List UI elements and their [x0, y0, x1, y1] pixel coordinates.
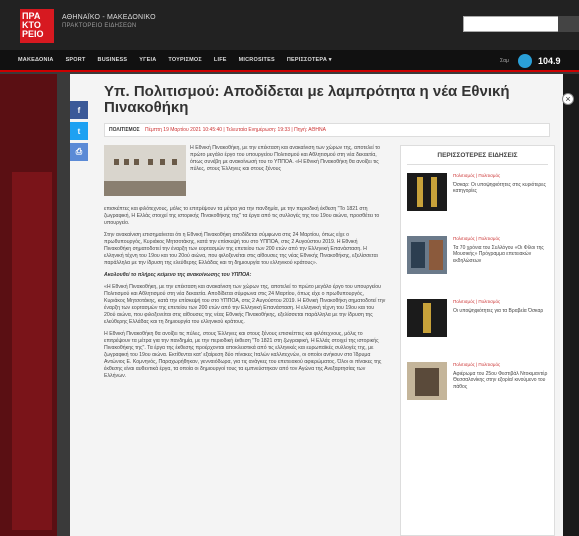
logo-line-3: ΡΕΙΟ [22, 29, 44, 39]
news-category: Πολιτισμός | Πολιτισμός [453, 236, 501, 241]
news-thumbnail[interactable] [407, 236, 447, 274]
nav-item-business[interactable]: BUSINESS [98, 57, 128, 63]
news-category: Πολιτισμός | Πολιτισμός [453, 362, 501, 367]
background-banner [0, 74, 57, 536]
news-thumbnail[interactable] [407, 362, 447, 400]
article-paragraph: «Η Εθνική Πινακοθήκη, με την επέκταση κα… [104, 284, 386, 325]
brand-line-2: ΠΡΑΚΤΟΡΕΙΟ ΕΙΔΗΣΕΩΝ [62, 23, 137, 29]
news-headline[interactable]: Αφιέρωμα του 25ου Φεστιβάλ Ντοκιμαντέρ Θ… [453, 371, 547, 390]
sidebar-news-item[interactable]: Πολιτισμός | Πολιτισμός Οι υποψηφιότητες… [401, 291, 554, 354]
more-news-sidebar: ΠΕΡΙΣΣΟΤΕΡΕΣ ΕΙΔΗΣΕΙΣ Πολιτισμός | Πολιτ… [400, 145, 555, 536]
right-background [563, 74, 579, 536]
weather-text: Σαμ [500, 58, 509, 64]
news-headline[interactable]: Όσκαρ: Οι υποψηφιότητες στις κυριότερες … [453, 182, 546, 195]
brand-name: ΑΘΗΝΑΪΚΟ - ΜΑΚΕΔΟΝΙΚΟ ΠΡΑΚΤΟΡΕΙΟ ΕΙΔΗΣΕΩ… [62, 14, 156, 29]
article-title: Υπ. Πολιτισμού: Αποδίδεται με λαμπρότητα… [104, 83, 510, 116]
brand-line-1: ΑΘΗΝΑΪΚΟ - ΜΑΚΕΔΟΝΙΚΟ [62, 14, 156, 21]
twitter-share-button[interactable]: t [70, 122, 88, 140]
nav-item-microsites[interactable]: MICROSITES [239, 57, 275, 63]
article-intro: Η Εθνική Πινακοθήκη, με την επέκταση και… [190, 145, 386, 178]
article-body: επισκέπτες και φιλότεχνους, μόλις το επι… [104, 206, 386, 385]
article-category[interactable]: ΠΟΛΙΤΙΣΜΟΣ [109, 127, 140, 133]
nav-item-health[interactable]: ΥΓΕΙΑ [139, 57, 156, 63]
news-category: Πολιτισμός | Πολιτισμός [453, 173, 501, 178]
sidebar-news-item[interactable]: Πολιτισμός | Πολιτισμός Όσκαρ: Οι υποψηφ… [401, 165, 554, 228]
article-meta: ΠΟΛΙΤΙΣΜΟΣ Πέμπτη 19 Μαρτίου 2021 10:45:… [104, 123, 550, 137]
share-bar: f t ⎙ [70, 101, 88, 164]
article-image[interactable] [104, 145, 186, 196]
site-logo[interactable]: ΠΡΑ ΚΤΟ ΡΕΙΟ [20, 9, 54, 43]
article-paragraph: επισκέπτες και φιλότεχνους, μόλις το επι… [104, 206, 380, 226]
print-button[interactable]: ⎙ [70, 143, 88, 161]
close-icon[interactable]: × [562, 93, 574, 105]
nav-item-more[interactable]: ΠΕΡΙΣΣΟΤΕΡΑ ▾ [287, 57, 332, 63]
news-category: Πολιτισμός | Πολιτισμός [453, 299, 501, 304]
news-thumbnail[interactable] [407, 173, 447, 211]
sidebar-news-item[interactable]: Πολιτισμός | Πολιτισμός Αφιέρωμα του 25ο… [401, 354, 554, 417]
article-date: Πέμπτη 19 Μαρτίου 2021 10:45:40 | Τελευτ… [144, 127, 326, 133]
article-paragraph: Η Εθνική Πινακοθήκη θα ανοίξει τις πύλες… [104, 331, 382, 379]
nav-item-tourism[interactable]: ΤΟΥΡΙΣΜΟΣ [168, 57, 202, 63]
sidebar-title: ΠΕΡΙΣΣΟΤΕΡΕΣ ΕΙΔΗΣΕΙΣ [407, 146, 548, 165]
news-headline[interactable]: Οι υποψηφιότητες για τα Βραβεία Όσκαρ [453, 308, 543, 314]
radio-frequency[interactable]: 104.9 [538, 56, 561, 66]
news-headline[interactable]: Τα 70 χρόνια του Συλλόγου «Οι Φίλοι της … [453, 245, 544, 264]
nav-item-sport[interactable]: SPORT [66, 57, 86, 63]
weather-icon[interactable] [518, 54, 532, 68]
banner-panel [12, 172, 52, 530]
article-paragraph: Η Εθνική Πινακοθήκη, με την επέκταση και… [190, 145, 381, 172]
site-header: ΠΡΑ ΚΤΟ ΡΕΙΟ ΑΘΗΝΑΪΚΟ - ΜΑΚΕΔΟΝΙΚΟ ΠΡΑΚΤ… [0, 0, 579, 50]
article-paragraph: Στην ανακαίνιση επισημαίνεται ότι η Εθνι… [104, 232, 378, 266]
nav-item-makedonia[interactable]: ΜΑΚΕΔΟΝΙΑ [18, 57, 54, 63]
nav-item-life[interactable]: LIFE [214, 57, 227, 63]
main-nav: ΜΑΚΕΔΟΝΙΑ SPORT BUSINESS ΥΓΕΙΑ ΤΟΥΡΙΣΜΟΣ… [0, 50, 579, 72]
article-subheading: Ακολουθεί το πλήρες κείμενο της ανακοίνω… [104, 272, 252, 278]
news-thumbnail[interactable] [407, 299, 447, 337]
search-button[interactable] [558, 16, 579, 32]
facebook-share-button[interactable]: f [70, 101, 88, 119]
search-input[interactable] [463, 16, 559, 32]
sidebar-news-item[interactable]: Πολιτισμός | Πολιτισμός Τα 70 χρόνια του… [401, 228, 554, 291]
